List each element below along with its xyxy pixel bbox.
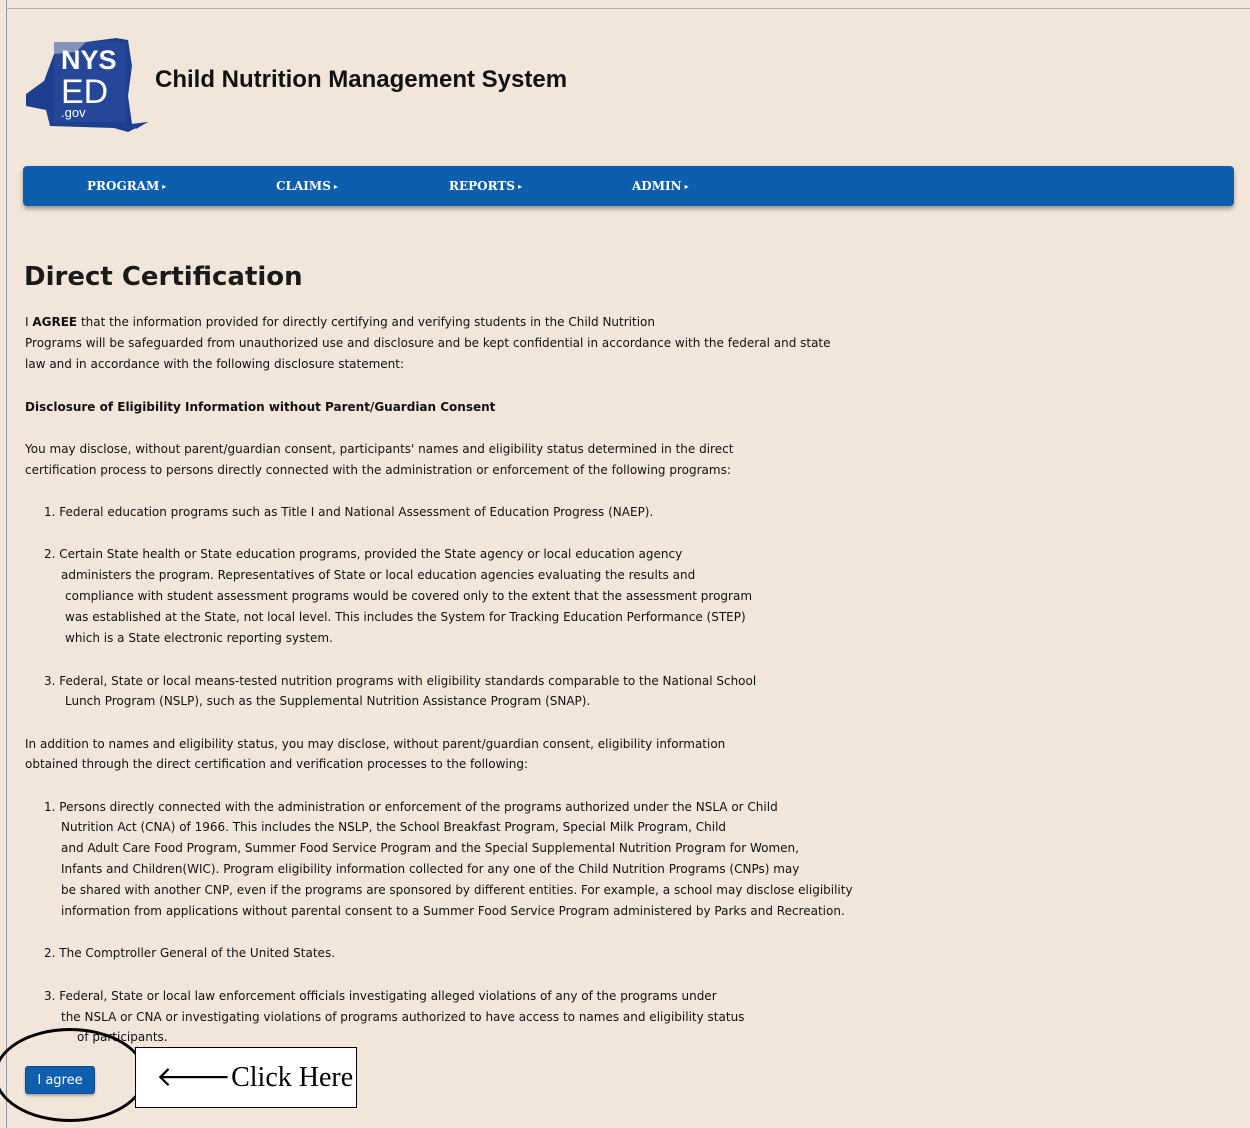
list1-item-2-line-5: which is a State electronic reporting sy…	[65, 631, 333, 645]
svg-text:.gov: .gov	[61, 105, 86, 120]
nysed-logo[interactable]: NYS ED .gov	[24, 36, 148, 132]
nav-item-reports-label: REPORTS	[449, 179, 515, 193]
nav-item-claims[interactable]: CLAIMS ▸	[276, 179, 338, 193]
agree-intro-rest: that the information provided for direct…	[77, 315, 655, 329]
page-left-border	[6, 0, 7, 1128]
page-top-border	[6, 8, 1250, 9]
list2-item-3-line-1: 3. Federal, State or local law enforceme…	[44, 989, 717, 1003]
caret-right-icon: ▸	[333, 181, 338, 191]
caret-right-icon: ▸	[162, 181, 167, 191]
agree-intro-line-3: law and in accordance with the following…	[25, 357, 405, 371]
main-nav-bar: PROGRAM ▸ CLAIMS ▸ REPORTS ▸ ADMIN ▸	[23, 166, 1234, 206]
para2-line-1: In addition to names and eligibility sta…	[25, 737, 726, 751]
i-agree-button[interactable]: I agree	[25, 1066, 95, 1094]
list1-item-2-line-2: administers the program. Representatives…	[61, 568, 696, 582]
list1-item-3-line-1: 3. Federal, State or local means-tested …	[44, 674, 757, 688]
nav-item-admin[interactable]: ADMIN ▸	[632, 179, 689, 193]
nav-item-admin-label: ADMIN	[632, 179, 682, 193]
para2-line-2: obtained through the direct certificatio…	[25, 757, 529, 771]
page-title: Direct Certification	[24, 262, 303, 292]
nav-item-program-label: PROGRAM	[87, 179, 160, 193]
nav-item-reports[interactable]: REPORTS ▸	[449, 179, 522, 193]
list1-item-1: 1. Federal education programs such as Ti…	[44, 505, 654, 519]
caret-right-icon: ▸	[517, 181, 522, 191]
agree-emphasis: AGREE	[32, 315, 78, 329]
list2-item-1-line-2: Nutrition Act (CNA) of 1966. This includ…	[61, 820, 727, 834]
agree-intro-line-1: I AGREE that the information provided fo…	[25, 312, 655, 333]
list1-item-3-line-2: Lunch Program (NSLP), such as the Supple…	[65, 694, 591, 708]
list2-item-3-line-3: of participants.	[77, 1030, 168, 1044]
list1-item-2-line-4: was established at the State, not local …	[65, 610, 746, 624]
list2-item-1-line-6: information from applications without pa…	[61, 904, 845, 918]
list2-item-1-line-5: be shared with another CNP, even if the …	[61, 883, 853, 897]
nav-item-claims-label: CLAIMS	[276, 179, 331, 193]
list2-item-1-line-3: and Adult Care Food Program, Summer Food…	[61, 841, 799, 855]
list2-item-1-line-1: 1. Persons directly connected with the a…	[44, 800, 778, 814]
nav-item-program[interactable]: PROGRAM ▸	[87, 179, 166, 193]
list2-item-1-line-4: Infants and Children(WIC). Program eligi…	[61, 862, 800, 876]
app-title: Child Nutrition Management System	[155, 66, 568, 93]
svg-text:NYS: NYS	[61, 45, 117, 75]
para1-line-1: You may disclose, without parent/guardia…	[25, 442, 734, 456]
agree-intro-line-2: Programs will be safeguarded from unauth…	[25, 336, 831, 350]
arrow-left-icon: 🡐	[156, 1062, 232, 1093]
nysed-logo-icon: NYS ED .gov	[26, 38, 148, 132]
list2-item-3-line-2: the NSLA or CNA or investigating violati…	[61, 1010, 745, 1024]
disclosure-heading: Disclosure of Eligibility Information wi…	[25, 400, 496, 414]
list1-item-2-line-3: compliance with student assessment progr…	[65, 589, 753, 603]
caret-right-icon: ▸	[684, 181, 689, 191]
list1-item-2-line-1: 2. Certain State health or State educati…	[44, 547, 683, 561]
list2-item-2: 2. The Comptroller General of the United…	[44, 946, 336, 960]
click-here-callout: 🡐Click Here	[135, 1047, 357, 1108]
click-here-label: Click Here	[231, 1062, 354, 1093]
para1-line-2: certification process to persons directl…	[25, 463, 731, 477]
